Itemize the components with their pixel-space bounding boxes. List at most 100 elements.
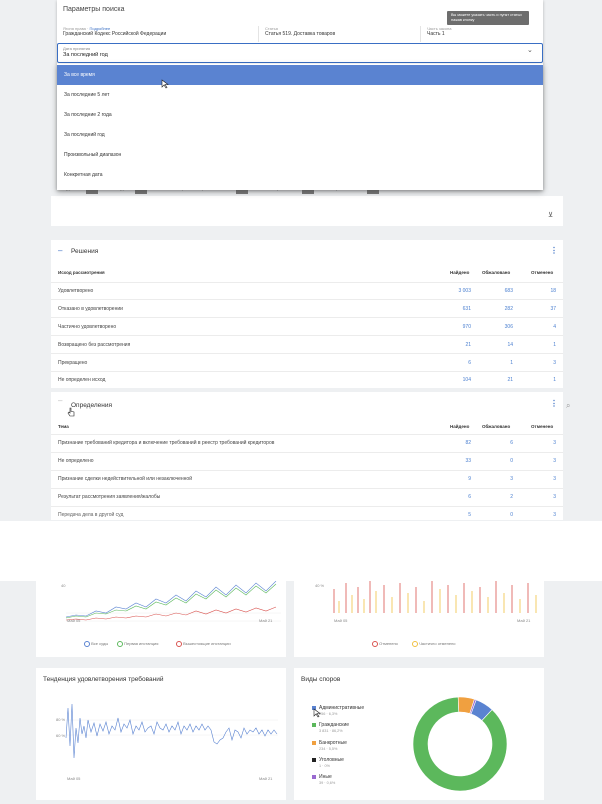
definitions-col-found: Найдено [450, 424, 470, 429]
table-cell-appealed[interactable]: 683 [483, 288, 513, 294]
definitions-menu-icon[interactable]: ⋮ [550, 399, 558, 408]
cursor-icon [313, 708, 321, 718]
legend-sub: 1 · 0% [319, 764, 330, 768]
divider [51, 506, 563, 507]
date-option-2y[interactable]: За последние 2 года [57, 105, 543, 125]
legend-swatch [312, 775, 316, 779]
divider [51, 452, 563, 453]
table-cell-appealed[interactable]: 21 [483, 377, 513, 383]
legend-cancelled[interactable]: Отменено [372, 641, 398, 647]
chevron-down-icon[interactable]: ⌄ [527, 46, 533, 54]
source-field[interactable]: Ягоня права · Подробнее Гражданский Коде… [63, 26, 259, 42]
legend-first-instance[interactable]: Первая инстанция [117, 641, 158, 647]
table-cell-cancelled[interactable]: 4 [526, 324, 556, 330]
divider [51, 371, 563, 372]
table-cell-found[interactable]: 6 [441, 494, 471, 500]
table-cell-found[interactable]: 5 [441, 512, 471, 518]
table-row-label: Передача дела в другой суд [58, 512, 124, 518]
hand-cursor-icon [67, 407, 75, 417]
table-cell-cancelled[interactable]: 3 [526, 360, 556, 366]
source-field-value: Гражданский Кодекс Российской Федерации [63, 31, 167, 37]
divider [51, 282, 563, 283]
cancel-x-end: Май 21 [517, 618, 531, 623]
table-row-label: Признание сделки недействительной или не… [58, 476, 192, 482]
divider [51, 434, 563, 435]
collapse-decisions-icon[interactable]: – [58, 246, 62, 255]
table-cell-cancelled[interactable]: 3 [526, 476, 556, 482]
date-option-5y[interactable]: За последние 5 лет [57, 85, 543, 105]
page-gap [0, 521, 602, 581]
legend-dot-icon [117, 641, 123, 647]
legend-dot-icon [412, 641, 418, 647]
table-cell-appealed[interactable]: 6 [483, 440, 513, 446]
legend-sub: 39 · 0,6% [319, 781, 336, 785]
table-cell-appealed[interactable]: 3 [483, 476, 513, 482]
table-cell-cancelled[interactable]: 3 [526, 512, 556, 518]
table-cell-found[interactable]: 6 [441, 360, 471, 366]
table-cell-found[interactable]: 104 [441, 377, 471, 383]
definitions-title: Определения [71, 402, 113, 409]
table-row-label: Отказано в удовлетворении [58, 306, 123, 312]
legend-label: Уголовные [319, 757, 344, 763]
article-field-value: Статья 519. Доставка товаров [265, 31, 336, 37]
table-row-label: Результат рассмотрения заявления/жалобы [58, 494, 161, 500]
table-cell-cancelled[interactable]: 3 [526, 440, 556, 446]
table-cell-appealed[interactable]: 306 [483, 324, 513, 330]
table-row-label: Не определено [58, 458, 94, 464]
table-cell-found[interactable]: 3 003 [441, 288, 471, 294]
date-option-exact[interactable]: Конкретная дата [57, 165, 543, 185]
table-cell-appealed[interactable]: 2 [483, 494, 513, 500]
table-cell-appealed[interactable]: 282 [483, 306, 513, 312]
definitions-col-appealed: Обжаловано [482, 424, 511, 429]
table-cell-cancelled[interactable]: 3 [526, 494, 556, 500]
table-cell-appealed[interactable]: 1 [483, 360, 513, 366]
legend-all-courts[interactable]: Все суды [84, 641, 108, 647]
article-field[interactable]: Статья Статья 519. Доставка товаров [265, 26, 421, 42]
table-row-label: Не определен исход [58, 377, 106, 383]
table-cell-cancelled[interactable]: 1 [526, 342, 556, 348]
divider [51, 488, 563, 489]
date-option-all[interactable]: За все время [57, 65, 543, 85]
part-field[interactable]: Часть закона Часть 1 [427, 26, 537, 42]
decisions-col-found: Найдено [450, 270, 470, 275]
decisions-col-cancelled: Отменено [531, 270, 554, 275]
date-option-1y[interactable]: За последний год [57, 125, 543, 145]
table-cell-found[interactable]: 9 [441, 476, 471, 482]
part-field-value: Часть 1 [427, 31, 445, 37]
date-option-custom[interactable]: Произвольный диапазон [57, 145, 543, 165]
divider [51, 353, 563, 354]
table-row-label: Удовлетворено [58, 288, 94, 294]
legend-partially-cancelled[interactable]: Частично отменено [412, 641, 456, 647]
table-cell-found[interactable]: 631 [441, 306, 471, 312]
divider [51, 470, 563, 471]
legend-swatch [312, 723, 316, 727]
courts-x-end: Май 21 [259, 618, 273, 623]
table-cell-found[interactable]: 82 [441, 440, 471, 446]
definitions-col-cancelled: Отменено [531, 424, 554, 429]
collapse-definitions-icon[interactable]: – [58, 396, 62, 405]
table-cell-found[interactable]: 21 [441, 342, 471, 348]
legend-label: Банкротные [319, 740, 347, 746]
table-cell-cancelled[interactable]: 18 [526, 288, 556, 294]
legend-dot-icon [372, 641, 378, 647]
filter-icon[interactable]: ⊻ [548, 211, 553, 219]
legend-higher-instances[interactable]: Вышестоящие инстанции [176, 641, 231, 647]
table-cell-cancelled[interactable]: 37 [526, 306, 556, 312]
search-icon[interactable]: ⌕ [566, 401, 570, 411]
trend-x-start: Май 05 [67, 776, 81, 781]
legend-swatch [312, 758, 316, 762]
table-cell-found[interactable]: 33 [441, 458, 471, 464]
decisions-menu-icon[interactable]: ⋮ [550, 246, 558, 255]
legend-swatch [312, 741, 316, 745]
table-cell-cancelled[interactable]: 1 [526, 377, 556, 383]
table-cell-found[interactable]: 970 [441, 324, 471, 330]
cursor-icon [161, 79, 169, 89]
table-cell-appealed[interactable]: 14 [483, 342, 513, 348]
table-cell-appealed[interactable]: 0 [483, 458, 513, 464]
table-cell-appealed[interactable]: 0 [483, 512, 513, 518]
legend-label: Административные [319, 705, 365, 711]
legend-sub: 256 · 6,3% [319, 712, 338, 716]
table-cell-cancelled[interactable]: 3 [526, 458, 556, 464]
definitions-card [51, 392, 563, 520]
date-select[interactable] [57, 43, 543, 63]
